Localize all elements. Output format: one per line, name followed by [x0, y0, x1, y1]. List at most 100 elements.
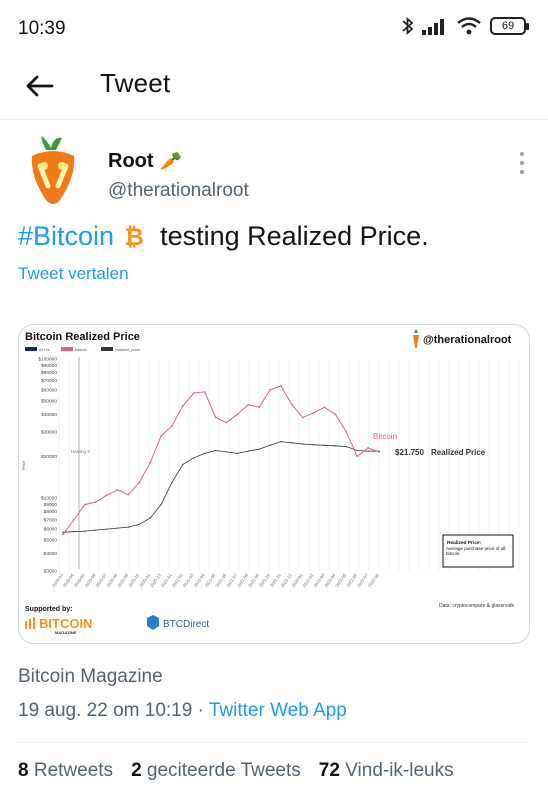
y-tick-label: $4000: [44, 551, 58, 557]
bitcoin-magazine-logo: BITCOIN MAGAZINE: [25, 616, 92, 635]
bitcoin-data-point: [181, 405, 184, 407]
y-tick-label: $3000: [44, 569, 58, 575]
y-tick-label: $30000: [41, 429, 57, 435]
page-title: Tweet: [100, 68, 171, 98]
realized-price-data-point: [182, 463, 184, 465]
realized-price-data-point: [62, 531, 64, 533]
tweet-author: Root 🥕 @therationalroot: [0, 130, 548, 210]
realized-price-data-point: [345, 445, 347, 448]
y-tick-label: $6000: [44, 527, 58, 533]
realized-price-data-point: [258, 448, 260, 450]
y-tick-label: $80000: [41, 370, 57, 376]
bitcoin-data-point: [258, 406, 261, 409]
realized-price-data-point: [214, 449, 217, 452]
bitcoin-data-point: [269, 388, 271, 391]
quotes-stat[interactable]: 2 geciteerde Tweets: [131, 760, 301, 782]
y-tick-label: $50000: [41, 398, 57, 404]
bitcoin-data-point: [280, 385, 282, 387]
realized-price-data-point: [73, 531, 75, 533]
tweet-stats: 8 Retweets 2 geciteerde Tweets 72 Vind-i…: [18, 760, 454, 782]
quotes-label: geciteerde Tweets: [146, 760, 301, 781]
data-points: [62, 385, 380, 536]
bitcoin-data-point: [94, 501, 97, 503]
data-source-label: Data: cryptocompare & glassnode: [439, 603, 515, 609]
avatar[interactable]: [18, 136, 88, 206]
y-tick-label: $5000: [44, 538, 58, 544]
battery-indicator: 69: [490, 17, 529, 35]
realized-price-data-point: [149, 517, 151, 519]
bitcoin-data-point: [334, 413, 337, 416]
y-tick-label: $10000: [41, 496, 57, 502]
realized-price-data-point: [204, 452, 206, 454]
bitcoin-data-point: [192, 392, 195, 394]
realized-price-data-point: [105, 528, 108, 530]
svg-text:₿: ₿: [124, 224, 144, 248]
retweets-stat[interactable]: 8 Retweets: [18, 760, 113, 782]
realized-price-data-point: [280, 441, 282, 443]
realized-price-data-point: [95, 529, 97, 531]
realized-price-label: Realized Price: [431, 448, 486, 457]
sponsor2-name: BTCDirect: [163, 619, 209, 630]
likes-stat[interactable]: 72 Vind-ik-leuks: [319, 760, 454, 782]
btcdirect-logo: BTCDirect: [147, 615, 209, 630]
realized-price-data-point: [302, 443, 304, 445]
bitcoin-data-point: [301, 416, 304, 419]
legend-swatch-realized: [101, 347, 113, 351]
author-handle[interactable]: @therationalroot: [108, 180, 249, 202]
realized-price-data-point: [247, 450, 249, 452]
bitcoin-data-point: [149, 461, 152, 464]
likes-count: 72: [318, 760, 340, 781]
tweet-metadata: 19 aug. 22 om 10:19 · Twitter Web App: [18, 700, 347, 722]
translate-tweet-link[interactable]: Tweet vertalen: [18, 264, 129, 284]
wifi-icon: [457, 17, 481, 35]
status-bar: 10:39 69: [0, 0, 548, 54]
bitcoin-data-point: [323, 406, 326, 409]
realized-price-note: Realized Price: Average purchase price o…: [442, 534, 514, 568]
bitcoin-data-point: [160, 435, 162, 437]
bitcoin-data-point: [214, 416, 217, 419]
y-axis-label: Price: [21, 460, 26, 470]
author-name-text: Root: [108, 150, 154, 172]
tweet-timestamp[interactable]: 19 aug. 22 om 10:19: [18, 700, 192, 721]
legend-label-realized: realized_price: [115, 347, 141, 352]
bitcoin-data-point: [247, 403, 250, 406]
legend-swatch-ath: [25, 347, 37, 351]
supported-by-label: Supported by:: [25, 606, 72, 613]
realized-price-data-point: [236, 452, 238, 454]
author-name[interactable]: Root 🥕: [108, 150, 182, 173]
tweet-media-chart[interactable]: Bitcoin Realized Price @therationalroot …: [18, 324, 530, 644]
top-app-bar: Tweet: [0, 54, 548, 120]
x-tick-label: 2022-08: [367, 572, 380, 588]
back-arrow-icon[interactable]: [22, 68, 58, 104]
y-tick-label: $7000: [44, 517, 58, 523]
bitcoin-data-point: [127, 493, 130, 496]
realized-price-data-point: [116, 527, 119, 529]
signal-icon: [422, 19, 444, 35]
bitcoin-price-line: [62, 385, 380, 535]
legend-label-ath: ATH's: [39, 347, 49, 352]
tweet-body: testing Realized Price.: [160, 221, 429, 251]
bitcoin-data-point: [367, 446, 370, 449]
sponsor1-sub: MAGAZINE: [55, 630, 77, 635]
realized-price-data-point: [193, 457, 195, 459]
client-app-link[interactable]: Twitter Web App: [209, 700, 347, 721]
bitcoin-data-point: [171, 425, 173, 427]
realized-price-data-point: [225, 451, 228, 453]
realized-price-data-point: [378, 450, 380, 452]
bitcoin-data-point: [225, 421, 228, 424]
realized-price-line: [62, 441, 380, 533]
bitcoin-data-point: [356, 455, 359, 458]
realized-price-chart: Bitcoin Realized Price @therationalroot …: [21, 329, 520, 635]
y-tick-label: $40000: [41, 412, 57, 418]
y-tick-label: $9000: [44, 502, 58, 508]
bitcoin-data-point: [203, 391, 206, 393]
y-tick-label: $8000: [44, 509, 58, 515]
more-options-icon[interactable]: [518, 150, 526, 176]
chart-handle: @therationalroot: [423, 334, 512, 346]
meta-separator: ·: [197, 700, 204, 721]
quoted-source[interactable]: Bitcoin Magazine: [18, 666, 163, 688]
halving-label: Halving 3: [71, 449, 90, 454]
bitcoin-series-label: Bitcoin: [373, 432, 397, 441]
chart-legend: ATH's Bitcoin realized_price: [25, 347, 141, 352]
hashtag-link[interactable]: #Bitcoin: [18, 221, 114, 251]
